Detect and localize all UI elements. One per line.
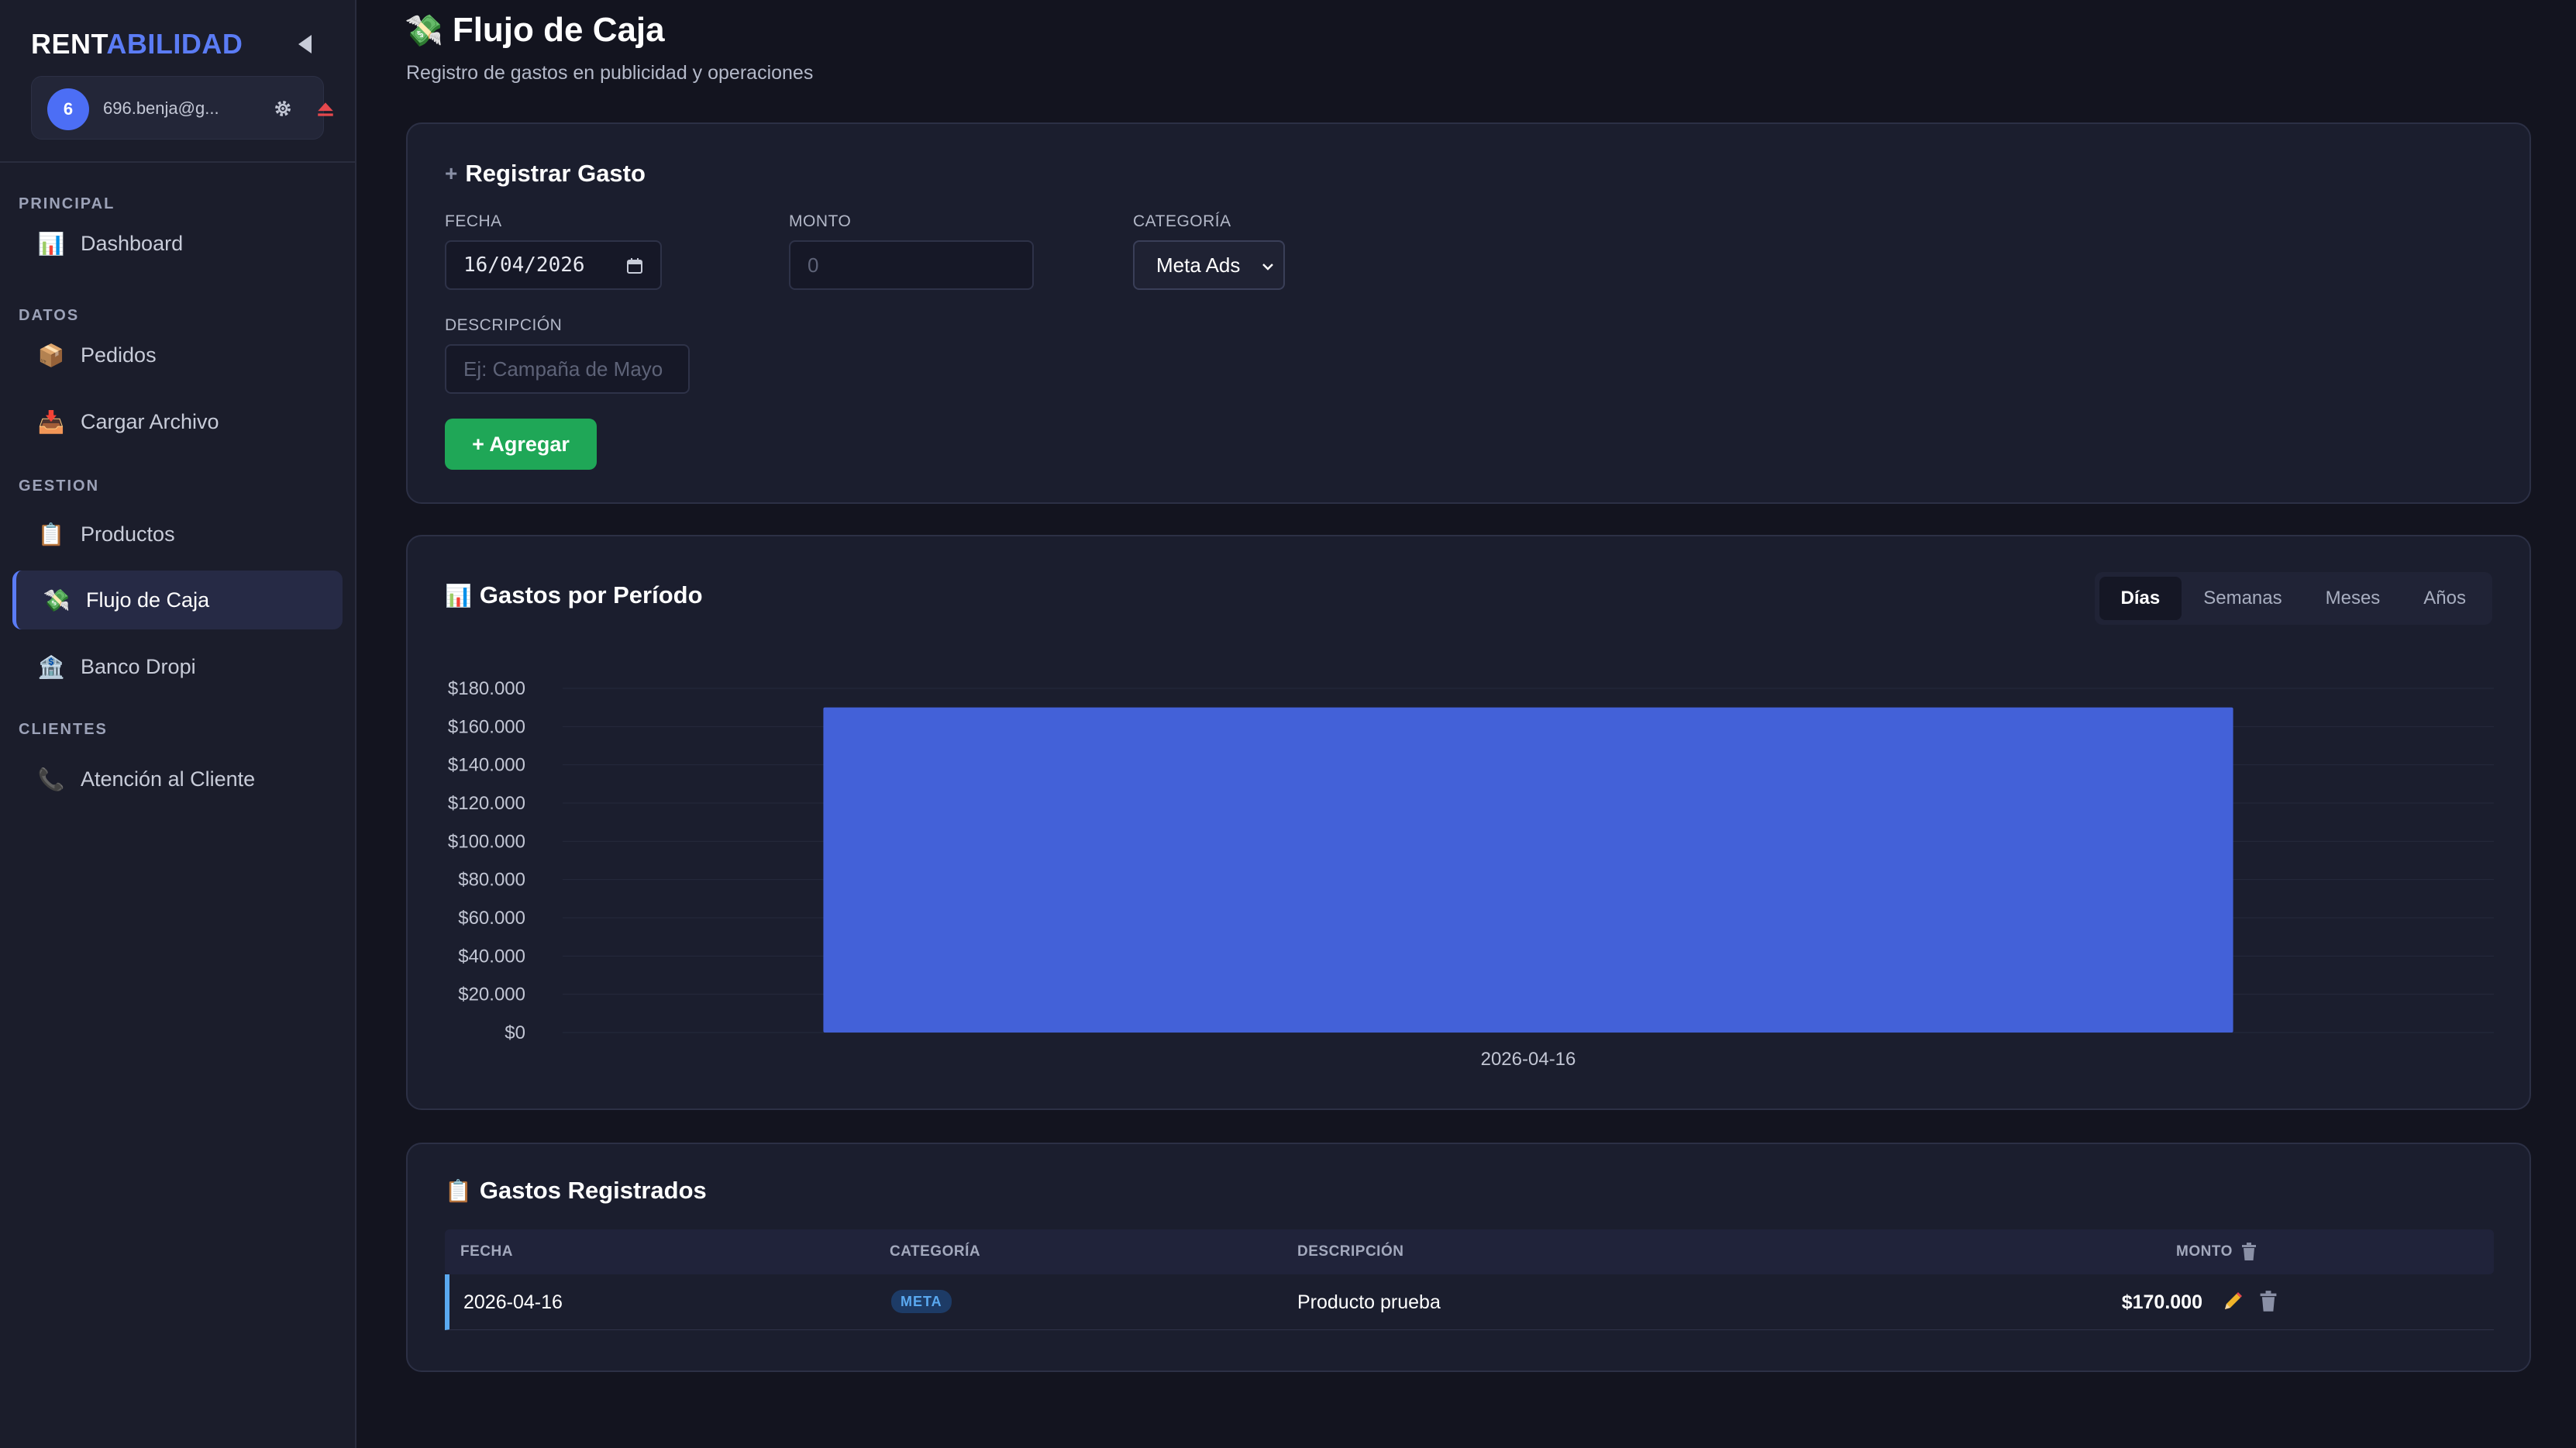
y-tick-label: $80.000	[458, 870, 525, 891]
y-tick-label: $60.000	[458, 908, 525, 929]
sidebar-item-dashboard[interactable]: 📊 Dashboard	[12, 214, 343, 273]
y-tick-label: $0	[505, 1022, 525, 1043]
calendar-icon[interactable]	[626, 257, 643, 274]
delete-button[interactable]	[2255, 1288, 2282, 1315]
page-subtitle: Registro de gastos en publicidad y opera…	[406, 62, 814, 84]
bar	[823, 707, 2233, 1033]
trash-icon	[2260, 1291, 2277, 1312]
plus-icon: +	[445, 161, 458, 185]
sidebar: RENTABILIDAD 6 696.benja@g... PRINCIPAL …	[0, 0, 356, 1448]
sidebar-item-productos[interactable]: 📋 Productos	[12, 505, 343, 564]
bar-chart-icon: 📊	[37, 231, 65, 256]
package-icon: 📦	[37, 343, 65, 367]
inbox-tray-icon: 📥	[37, 409, 65, 434]
cell-fecha: 2026-04-16	[463, 1291, 563, 1313]
user-card: 6 696.benja@g...	[31, 76, 333, 140]
collapse-sidebar-button[interactable]	[293, 31, 316, 57]
y-tick-label: $160.000	[448, 716, 525, 737]
nav-section-clientes: CLIENTES	[19, 721, 108, 738]
phone-icon: 📞	[37, 767, 65, 791]
descripcion-label: DESCRIPCIÓN	[445, 316, 563, 334]
categoria-value: Meta Ads	[1156, 253, 1241, 277]
registered-expenses-card: 📋 Gastos Registrados FECHA CATEGORÍA DES…	[406, 1143, 2531, 1372]
y-tick-label: $120.000	[448, 793, 525, 814]
nav-section-datos: DATOS	[19, 307, 80, 324]
y-tick-label: $40.000	[458, 946, 525, 967]
eject-logout-icon[interactable]	[315, 99, 336, 119]
fecha-label: FECHA	[445, 212, 502, 230]
table-row[interactable]: 2026-04-16 META Producto prueba $170.000	[445, 1274, 2494, 1330]
add-expense-button[interactable]: + Agregar	[445, 419, 597, 470]
avatar[interactable]: 6	[47, 88, 89, 130]
pencil-icon	[2225, 1292, 2242, 1309]
column-header-fecha: FECHA	[460, 1243, 513, 1260]
brand-part-1: RENT	[31, 28, 107, 60]
y-tick-label: $140.000	[448, 755, 525, 776]
card-title-text: Gastos Registrados	[479, 1177, 707, 1204]
y-tick-label: $20.000	[458, 984, 525, 1005]
brand-part-2: ABILIDAD	[106, 28, 243, 60]
chevron-down-icon	[1262, 264, 1273, 271]
column-header-categoria: CATEGORÍA	[890, 1243, 981, 1260]
card-title: + Registrar Gasto	[445, 160, 646, 188]
sidebar-item-label: Dashboard	[81, 231, 184, 255]
page-title-text: Flujo de Caja	[452, 11, 665, 49]
descripcion-input[interactable]: Ej: Campaña de Mayo	[445, 344, 690, 394]
category-badge: META	[891, 1290, 952, 1313]
monto-input[interactable]: 0	[789, 240, 1034, 290]
cell-descripcion: Producto prueba	[1297, 1291, 1441, 1313]
sidebar-item-flujo-de-caja[interactable]: 💸 Flujo de Caja	[12, 571, 343, 629]
card-title: 📋 Gastos Registrados	[445, 1177, 707, 1205]
descripcion-placeholder: Ej: Campaña de Mayo	[463, 357, 663, 381]
fecha-value: 16/04/2026	[463, 253, 585, 277]
sidebar-item-label: Productos	[81, 522, 175, 546]
card-title-text: Registrar Gasto	[465, 160, 646, 187]
period-chart-card: 📊 Gastos por Período Días Semanas Meses …	[406, 535, 2531, 1110]
monto-placeholder: 0	[808, 253, 819, 277]
cell-monto: $170.000	[2121, 1291, 2202, 1313]
money-wings-icon: 💸	[43, 588, 71, 612]
clipboard-icon: 📋	[445, 1178, 472, 1203]
monto-label: MONTO	[789, 212, 852, 230]
edit-button[interactable]	[2220, 1288, 2246, 1315]
sidebar-item-pedidos[interactable]: 📦 Pedidos	[12, 326, 343, 384]
column-header-monto: MONTO	[2176, 1243, 2233, 1260]
brand-logo: RENTABILIDAD	[31, 28, 243, 60]
trash-icon[interactable]	[2240, 1242, 2258, 1262]
sidebar-item-cargar-archivo[interactable]: 📥 Cargar Archivo	[12, 392, 343, 451]
page-title: 💸 Flujo de Caja	[405, 11, 665, 50]
expenses-bar-chart: $0 $20.000 $40.000 $60.000 $80.000 $100.000 $1…	[448, 678, 2494, 1070]
column-header-descripcion: DESCRIPCIÓN	[1297, 1243, 1404, 1260]
fecha-date-input[interactable]: 16/04/2026	[445, 240, 662, 290]
register-expense-card: + Registrar Gasto FECHA 16/04/2026 MONTO…	[406, 122, 2531, 504]
sidebar-item-banco-dropi[interactable]: 🏦 Banco Dropi	[12, 637, 343, 696]
categoria-select[interactable]: Meta Ads	[1133, 240, 1285, 290]
sidebar-item-label: Flujo de Caja	[86, 588, 210, 612]
y-tick-label: $100.000	[448, 831, 525, 852]
sidebar-item-label: Banco Dropi	[81, 654, 196, 678]
nav-section-principal: PRINCIPAL	[19, 195, 115, 212]
nav-section-gestion: GESTION	[19, 477, 100, 495]
table-header: FECHA CATEGORÍA DESCRIPCIÓN MONTO	[445, 1229, 2494, 1274]
money-wings-icon: 💸	[405, 13, 443, 48]
triangle-left-icon	[298, 35, 312, 53]
clipboard-icon: 📋	[37, 522, 65, 546]
user-email: 696.benja@g...	[103, 98, 219, 118]
y-tick-label: $180.000	[448, 678, 525, 699]
sidebar-item-label: Pedidos	[81, 343, 157, 367]
sidebar-divider	[0, 161, 355, 163]
sidebar-item-label: Cargar Archivo	[81, 409, 219, 433]
x-tick-label: 2026-04-16	[1481, 1049, 1576, 1070]
gear-icon[interactable]	[272, 98, 294, 119]
categoria-label: CATEGORÍA	[1133, 212, 1231, 230]
sidebar-item-label: Atención al Cliente	[81, 767, 256, 791]
sidebar-item-atencion-al-cliente[interactable]: 📞 Atención al Cliente	[12, 750, 343, 808]
bank-icon: 🏦	[37, 654, 65, 679]
